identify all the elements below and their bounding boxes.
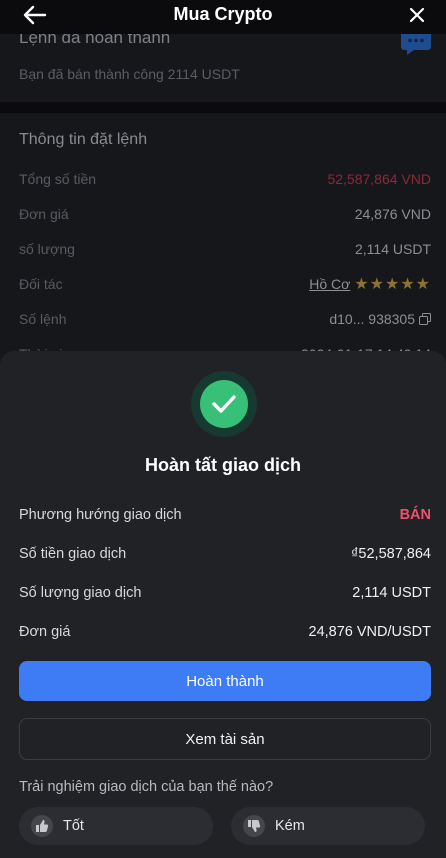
amount-value: ₫52,587,864: [350, 546, 431, 562]
app-header: Mua Crypto: [0, 0, 446, 34]
partner-name-link[interactable]: Hồ Cơ: [309, 276, 350, 292]
view-assets-button[interactable]: Xem tài sản: [19, 718, 431, 760]
feedback-good-label: Tốt: [63, 818, 84, 834]
feedback-good-button[interactable]: Tốt: [19, 807, 213, 845]
page-title: Mua Crypto: [173, 3, 273, 24]
feedback-question: Trải nghiệm giao dịch của bạn thế nào?: [19, 779, 274, 795]
thumbs-down-icon: [243, 815, 265, 837]
info-value: 24,876 VND: [354, 206, 431, 222]
feedback-bad-label: Kém: [275, 818, 305, 834]
order-completed-message: Bạn đã bán thành công 2114 USDT: [19, 66, 240, 82]
sheet-title: Hoàn tất giao dịch: [144, 455, 301, 475]
row-unit-price: Đơn giá 24,876 VND/USDT: [19, 621, 431, 643]
info-row-partner: Đối tác Hồ Cơ ★★★★★: [19, 274, 431, 294]
info-value: d10... 938305: [329, 311, 415, 327]
success-badge: [191, 371, 257, 437]
row-direction: Phương hướng giao dịch BÁN: [19, 504, 431, 526]
info-row-unit-price: Đơn giá 24,876 VND: [19, 204, 431, 224]
row-quantity: Số lượng giao dịch 2,114 USDT: [19, 582, 431, 604]
copy-icon[interactable]: [419, 313, 431, 325]
order-info-section: Thông tin đặt lệnh Tổng số tiền 52,587,8…: [0, 113, 446, 373]
feedback-bad-button[interactable]: Kém: [231, 807, 425, 845]
row-amount: Số tiền giao dịch ₫52,587,864: [19, 543, 431, 565]
info-label: Tổng số tiền: [19, 171, 97, 187]
info-value: 2,114 USDT: [355, 241, 431, 257]
info-row-order-id: Số lệnh d10... 938305: [19, 309, 431, 329]
row-label: Đơn giá: [19, 624, 71, 640]
info-label: Số lệnh: [19, 311, 67, 327]
info-label: Đối tác: [19, 276, 63, 292]
info-value: 52,587,864 VND: [327, 171, 431, 187]
quantity-value: 2,114 USDT: [352, 585, 431, 601]
row-label: Số lượng giao dịch: [19, 585, 142, 601]
checkmark-icon: [200, 380, 248, 428]
partner-value: Hồ Cơ ★★★★★: [309, 274, 431, 294]
unit-price-value: 24,876 VND/USDT: [308, 624, 432, 640]
info-row-total: Tổng số tiền 52,587,864 VND: [19, 169, 431, 189]
order-info-title: Thông tin đặt lệnh: [19, 131, 148, 148]
close-icon[interactable]: [404, 2, 430, 28]
info-label: Đơn giá: [19, 206, 69, 222]
transaction-complete-sheet: Hoàn tất giao dịch Phương hướng giao dịc…: [0, 351, 446, 858]
info-label: số lượng: [19, 241, 75, 257]
row-label: Phương hướng giao dịch: [19, 507, 182, 523]
row-label: Số tiền giao dịch: [19, 546, 127, 562]
thumbs-up-icon: [31, 815, 53, 837]
info-row-quantity: số lượng 2,114 USDT: [19, 239, 431, 259]
complete-button[interactable]: Hoàn thành: [19, 661, 431, 701]
order-id-value: d10... 938305: [329, 311, 431, 327]
back-arrow-icon[interactable]: [22, 2, 48, 28]
direction-value: BÁN: [399, 507, 431, 523]
rating-stars-icon: ★★★★★: [354, 276, 431, 293]
